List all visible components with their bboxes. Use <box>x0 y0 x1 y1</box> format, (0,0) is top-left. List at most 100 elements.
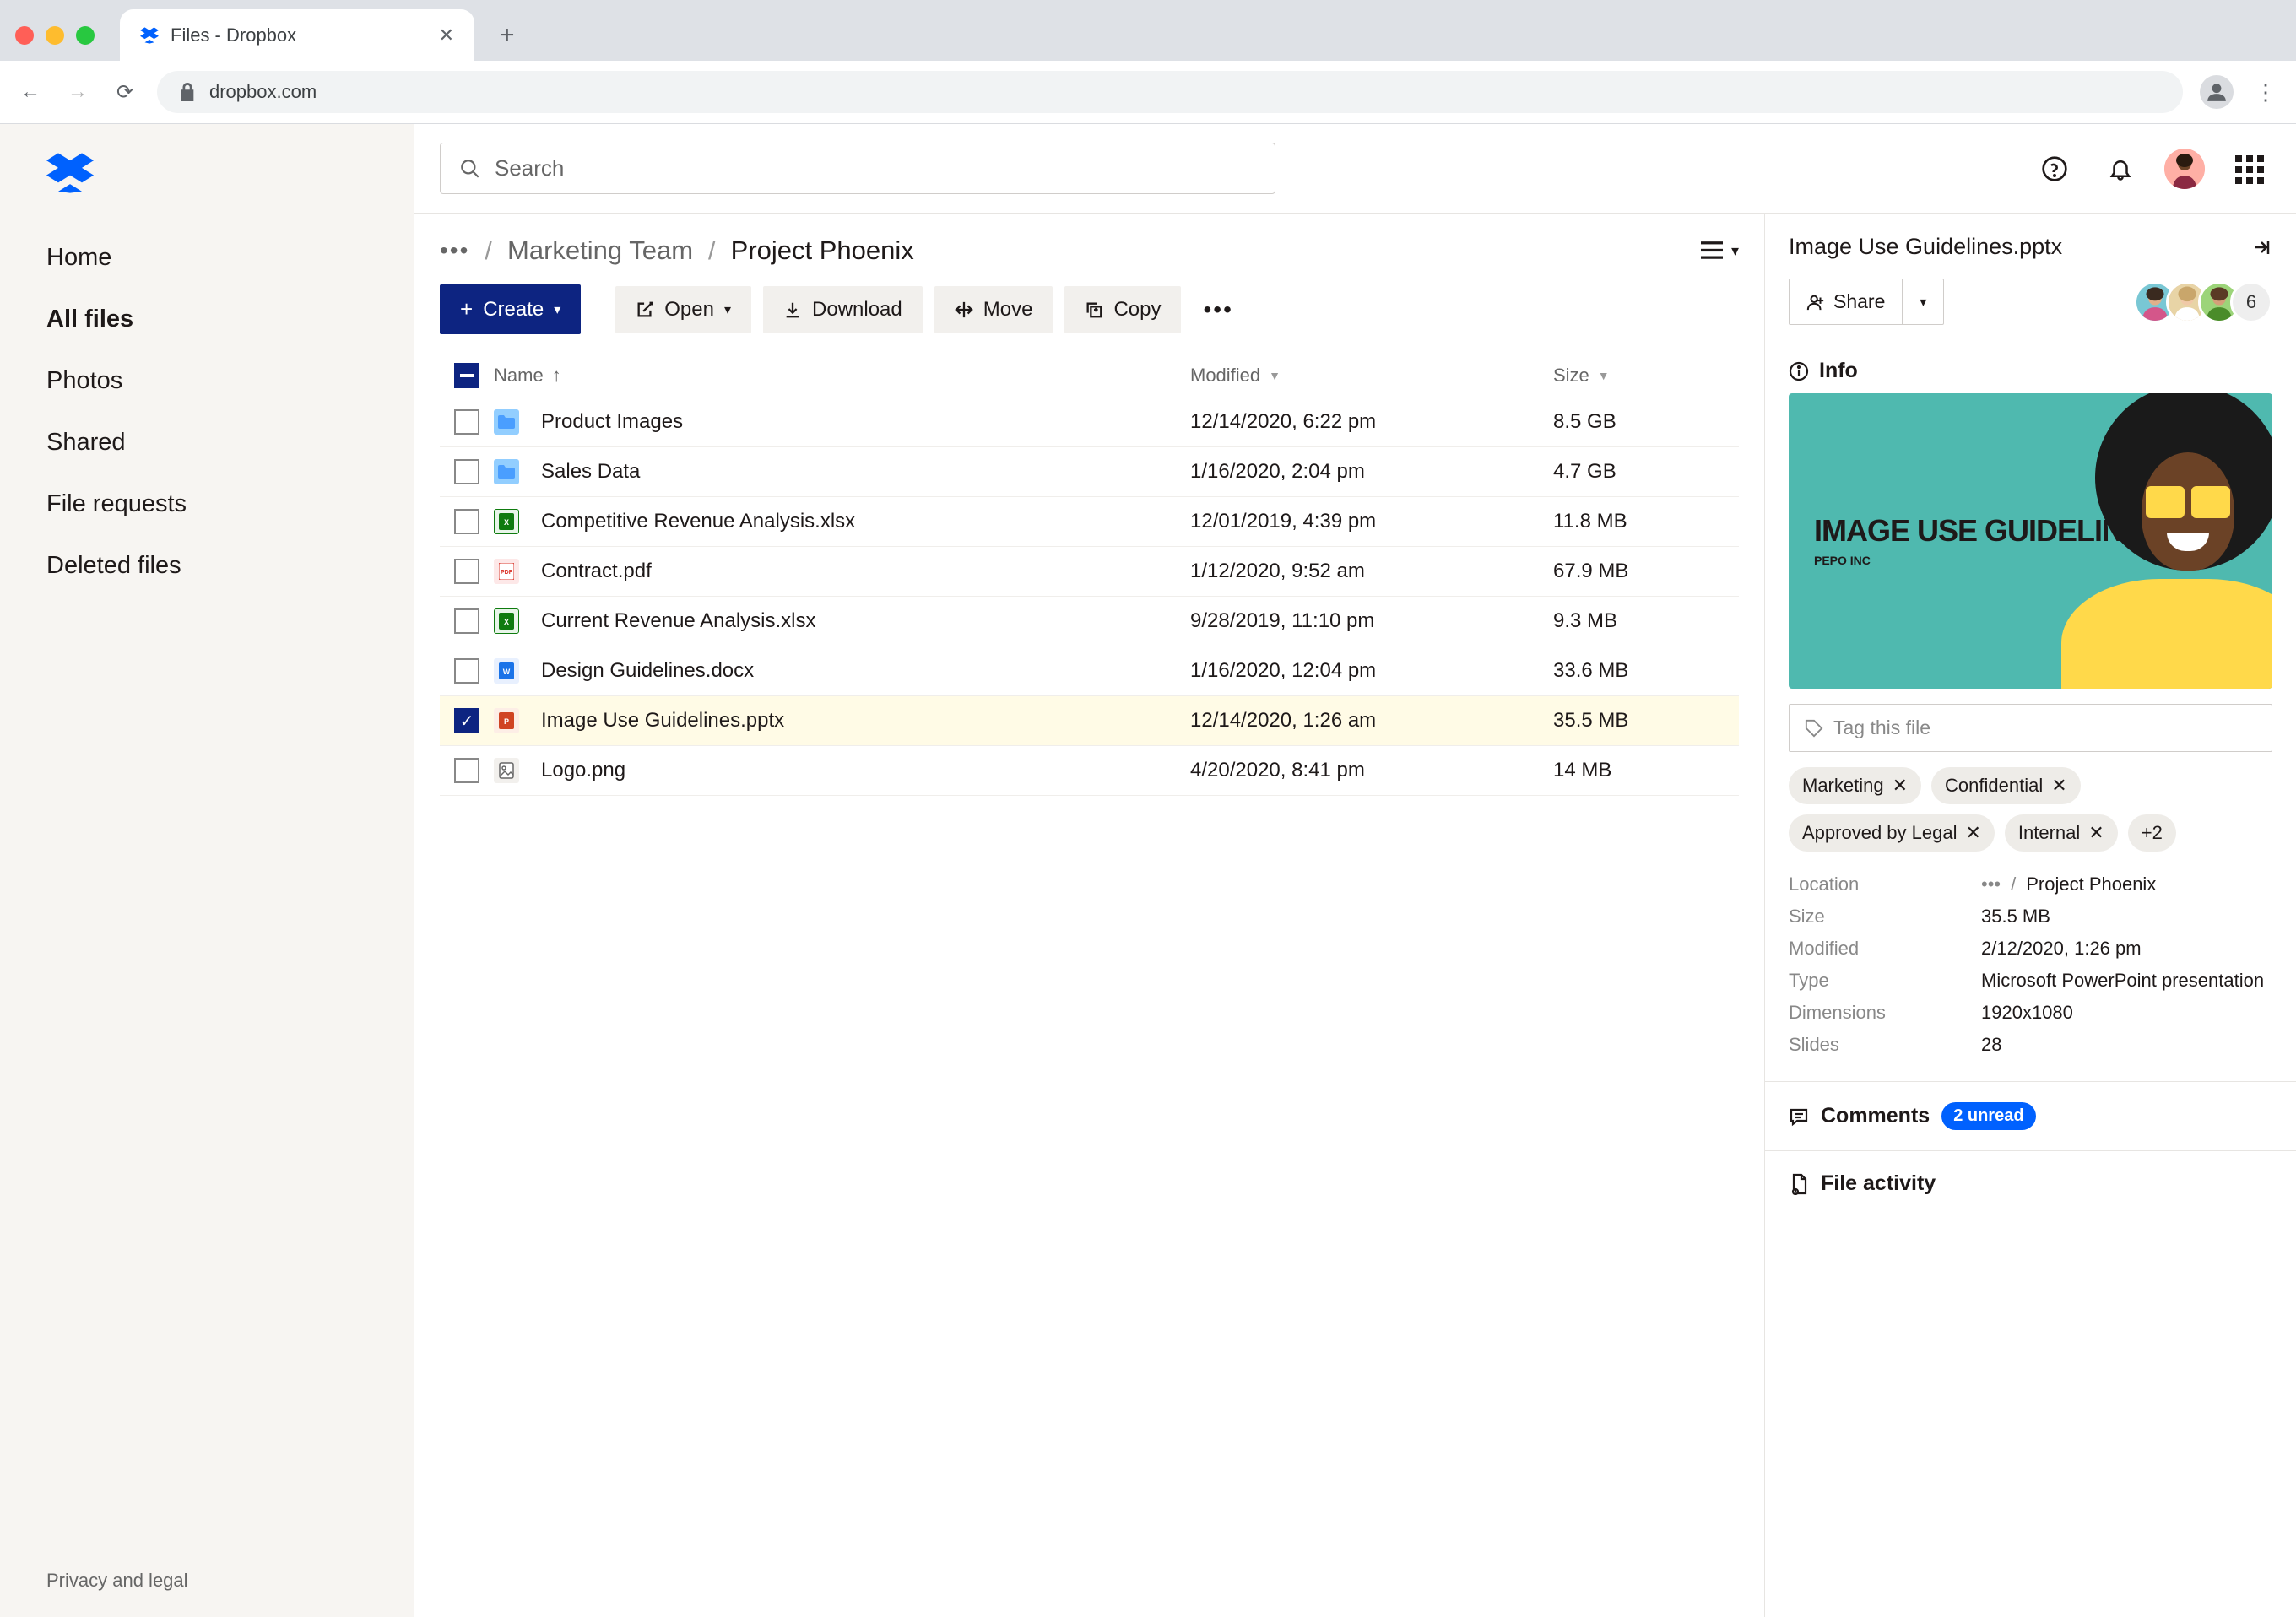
share-dropdown[interactable]: ▾ <box>1902 279 1943 324</box>
file-modified: 1/16/2020, 12:04 pm <box>1190 659 1376 683</box>
download-button[interactable]: Download <box>763 286 923 333</box>
remove-tag-icon[interactable]: ✕ <box>1893 775 1908 797</box>
row-checkbox[interactable] <box>454 658 479 684</box>
activity-icon <box>1789 1173 1809 1195</box>
file-row[interactable]: Logo.png4/20/2020, 8:41 pm14 MB <box>440 746 1739 796</box>
file-size: 33.6 MB <box>1553 659 1628 683</box>
row-checkbox[interactable] <box>454 409 479 435</box>
search-input[interactable]: Search <box>440 143 1275 194</box>
move-button[interactable]: Move <box>934 286 1053 333</box>
chevron-down-icon[interactable]: ▾ <box>1731 242 1739 260</box>
column-size[interactable]: Size ▼ <box>1553 365 1739 387</box>
browser-tab[interactable]: Files - Dropbox ✕ <box>120 9 474 62</box>
file-modified: 4/20/2020, 8:41 pm <box>1190 759 1365 782</box>
notifications-icon[interactable] <box>2098 147 2142 191</box>
svg-text:PDF: PDF <box>501 570 513 576</box>
word-icon: W <box>494 658 519 684</box>
share-icon <box>1806 293 1825 311</box>
search-icon <box>459 158 481 180</box>
file-name: Sales Data <box>541 460 640 484</box>
breadcrumb-parent[interactable]: Marketing Team <box>507 235 693 266</box>
info-section-header[interactable]: Info <box>1789 349 2272 393</box>
reload-button[interactable]: ⟳ <box>110 77 140 107</box>
move-icon <box>955 300 973 319</box>
tag-icon <box>1805 719 1823 738</box>
sidebar-item-home[interactable]: Home <box>0 227 414 289</box>
info-label-location: Location <box>1789 873 1966 895</box>
tag-chip[interactable]: Approved by Legal✕ <box>1789 814 1995 852</box>
file-modified: 1/12/2020, 9:52 am <box>1190 560 1365 583</box>
toolbar-more-icon[interactable]: ••• <box>1193 296 1243 323</box>
view-options-icon[interactable] <box>1701 241 1723 260</box>
new-tab-button[interactable]: + <box>485 21 530 50</box>
comments-section[interactable]: Comments 2 unread <box>1765 1081 2296 1150</box>
tag-chip[interactable]: Marketing✕ <box>1789 767 1921 804</box>
dropbox-logo-icon[interactable] <box>0 153 414 227</box>
sidebar-item-all-files[interactable]: All files <box>0 289 414 350</box>
file-row[interactable]: Product Images12/14/2020, 6:22 pm8.5 GB <box>440 397 1739 447</box>
help-icon[interactable] <box>2033 147 2077 191</box>
comment-icon <box>1789 1106 1809 1127</box>
sidebar-item-shared[interactable]: Shared <box>0 412 414 473</box>
shared-members[interactable]: 6 <box>2144 281 2272 323</box>
select-all-checkbox[interactable] <box>454 363 479 388</box>
tag-input[interactable]: Tag this file <box>1789 704 2272 752</box>
sidebar-item-deleted-files[interactable]: Deleted files <box>0 535 414 597</box>
chevron-down-icon: ▾ <box>554 301 560 318</box>
browser-profile-icon[interactable] <box>2200 75 2234 109</box>
file-row[interactable]: ✓PImage Use Guidelines.pptx12/14/2020, 1… <box>440 696 1739 746</box>
file-row[interactable]: Sales Data1/16/2020, 2:04 pm4.7 GB <box>440 447 1739 497</box>
share-button[interactable]: Share <box>1790 279 1902 324</box>
copy-button[interactable]: Copy <box>1064 286 1181 333</box>
sort-asc-icon: ↑ <box>552 365 561 387</box>
file-row[interactable]: PDFContract.pdf1/12/2020, 9:52 am67.9 MB <box>440 547 1739 597</box>
tag-chip[interactable]: Internal✕ <box>2005 814 2118 852</box>
breadcrumb-more-icon[interactable]: ••• <box>440 237 469 264</box>
file-size: 67.9 MB <box>1553 560 1628 583</box>
remove-tag-icon[interactable]: ✕ <box>1965 822 1980 844</box>
window-controls[interactable] <box>15 26 95 45</box>
row-checkbox[interactable] <box>454 459 479 484</box>
back-button[interactable]: ← <box>15 77 46 107</box>
collapse-panel-icon[interactable] <box>2250 237 2272 257</box>
row-checkbox[interactable] <box>454 758 479 783</box>
file-row[interactable]: WDesign Guidelines.docx1/16/2020, 12:04 … <box>440 646 1739 696</box>
info-value-location[interactable]: ••• / Project Phoenix <box>1981 873 2272 895</box>
info-label-modified: Modified <box>1789 938 1966 960</box>
sidebar-item-file-requests[interactable]: File requests <box>0 473 414 535</box>
file-preview[interactable]: IMAGE USE GUIDELINES PEPO INC <box>1789 393 2272 689</box>
row-checkbox[interactable]: ✓ <box>454 708 479 733</box>
svg-text:P: P <box>504 717 509 726</box>
chevron-down-icon: ▾ <box>724 301 731 318</box>
tag-chip[interactable]: Confidential✕ <box>1931 767 2081 804</box>
close-tab-icon[interactable]: ✕ <box>439 24 454 46</box>
powerpoint-icon: P <box>494 708 519 733</box>
file-modified: 1/16/2020, 2:04 pm <box>1190 460 1365 484</box>
forward-button[interactable]: → <box>62 77 93 107</box>
chevron-down-icon: ▼ <box>1269 369 1281 382</box>
info-icon <box>1789 361 1809 381</box>
tags-more[interactable]: +2 <box>2128 814 2176 852</box>
breadcrumb-current: Project Phoenix <box>731 235 914 266</box>
remove-tag-icon[interactable]: ✕ <box>2088 822 2104 844</box>
sidebar-item-photos[interactable]: Photos <box>0 350 414 412</box>
app-grid-icon[interactable] <box>2227 147 2271 191</box>
file-activity-section[interactable]: File activity <box>1765 1150 2296 1216</box>
file-size: 8.5 GB <box>1553 410 1616 434</box>
user-avatar[interactable] <box>2164 149 2205 189</box>
details-panel: Image Use Guidelines.pptx Share <box>1764 214 2296 1617</box>
browser-menu-icon[interactable]: ⋮ <box>2250 79 2281 105</box>
remove-tag-icon[interactable]: ✕ <box>2051 775 2066 797</box>
info-label-type: Type <box>1789 970 1966 992</box>
row-checkbox[interactable] <box>454 559 479 584</box>
file-row[interactable]: XCompetitive Revenue Analysis.xlsx12/01/… <box>440 497 1739 547</box>
row-checkbox[interactable] <box>454 509 479 534</box>
address-bar[interactable]: dropbox.com <box>157 71 2183 113</box>
file-row[interactable]: XCurrent Revenue Analysis.xlsx9/28/2019,… <box>440 597 1739 646</box>
create-button[interactable]: + Create ▾ <box>440 284 581 334</box>
column-modified[interactable]: Modified ▼ <box>1190 365 1553 387</box>
column-name[interactable]: Name ↑ <box>494 365 1190 387</box>
row-checkbox[interactable] <box>454 608 479 634</box>
privacy-legal-link[interactable]: Privacy and legal <box>0 1544 414 1617</box>
open-button[interactable]: Open ▾ <box>615 286 751 333</box>
